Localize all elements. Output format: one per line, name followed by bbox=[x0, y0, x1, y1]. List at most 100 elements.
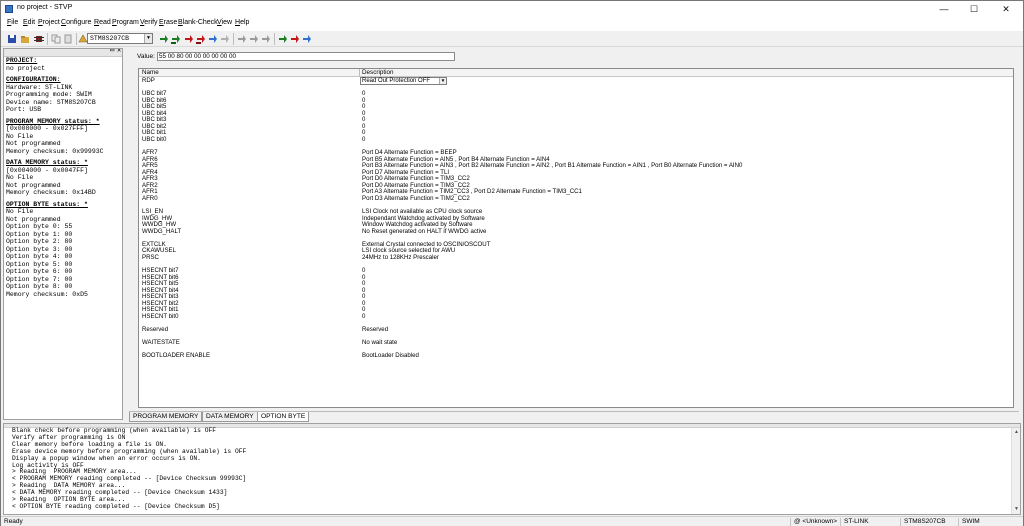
log-scrollbar[interactable]: ▲ ▼ bbox=[1011, 428, 1020, 514]
menu-view[interactable]: View bbox=[217, 19, 232, 26]
open-project-icon[interactable] bbox=[20, 34, 30, 44]
program-current-tab-icon[interactable] bbox=[184, 34, 194, 44]
table-row[interactable]: BOOTLOADER ENABLE BootLoader Disabled bbox=[139, 352, 1013, 360]
info-line: Option byte 1: 00 bbox=[6, 230, 73, 238]
value-field[interactable]: 55 00 80 00 00 00 00 00 00 bbox=[157, 52, 455, 61]
info-line: Programming mode: SWIM bbox=[6, 91, 92, 98]
info-line: Option byte 2: 80 bbox=[6, 238, 73, 245]
info-line: Memory checksum: 0x99993C bbox=[6, 147, 104, 155]
status-mode: SWIM bbox=[958, 518, 1018, 526]
close-button[interactable]: ✕ bbox=[991, 1, 1021, 17]
copy-icon[interactable] bbox=[51, 34, 61, 44]
scroll-up-icon[interactable]: ▲ bbox=[1012, 428, 1021, 437]
column-header-description[interactable]: Description bbox=[362, 69, 394, 77]
erase-icon[interactable] bbox=[237, 34, 247, 44]
menu-help[interactable]: Help bbox=[235, 19, 249, 26]
info-line: Option byte 0: 55 bbox=[6, 223, 73, 230]
verify-all-tabs-icon[interactable] bbox=[220, 34, 230, 44]
info-line: Memory checksum: 0x14BD bbox=[6, 189, 96, 196]
log-line: < OPTION BYTE reading completed -- [Devi… bbox=[12, 502, 220, 510]
verify-current-tab-icon[interactable] bbox=[208, 34, 218, 44]
menu-bar: File Edit Project Configure Read Program… bbox=[1, 17, 1023, 31]
menu-blank-check[interactable]: Blank-Check bbox=[178, 19, 218, 26]
erase-all-icon[interactable] bbox=[249, 34, 259, 44]
info-line: Memory checksum: 0xD5 bbox=[6, 290, 88, 298]
info-line: Option byte 3: 00 bbox=[6, 245, 73, 253]
option-byte-grid: Name Description RDP Read Out Protection … bbox=[138, 68, 1014, 408]
status-file: @ <Unknown> bbox=[790, 518, 838, 526]
data-memory-header: DATA MEMORY status: * bbox=[6, 159, 88, 166]
chip-icon[interactable] bbox=[34, 34, 44, 44]
toolbar-separator bbox=[274, 33, 275, 45]
tab-option-byte[interactable]: OPTION BYTE bbox=[257, 412, 310, 422]
menu-verify[interactable]: Verify bbox=[140, 19, 158, 26]
verify-icon[interactable] bbox=[302, 34, 312, 44]
info-line: No File bbox=[6, 208, 34, 215]
read-current-tab-icon[interactable] bbox=[159, 34, 169, 44]
close-pane-icon[interactable]: ✕ bbox=[117, 49, 121, 56]
info-line: Option byte 7: 00 bbox=[6, 275, 73, 283]
info-line: No File bbox=[6, 174, 34, 181]
paste-icon[interactable] bbox=[63, 34, 73, 44]
maximize-button[interactable]: ☐ bbox=[959, 1, 989, 17]
project-header: PROJECT: bbox=[6, 57, 38, 64]
grid-header: Name Description bbox=[139, 69, 1013, 77]
info-line: [0x004000 - 0x0047FF] bbox=[6, 166, 88, 174]
program-all-tabs-icon[interactable] bbox=[196, 34, 206, 44]
memory-tabs: PROGRAM MEMORY DATA MEMORY OPTION BYTE bbox=[129, 411, 1019, 422]
read-all-tabs-icon[interactable] bbox=[171, 34, 181, 44]
menu-read[interactable]: Read bbox=[94, 19, 111, 26]
info-line: Hardware: ST-LINK bbox=[6, 83, 73, 91]
chevron-down-icon[interactable]: ▼ bbox=[144, 34, 152, 43]
minimize-button[interactable]: — bbox=[929, 1, 959, 17]
configuration-header: CONFIGURATION: bbox=[6, 76, 61, 83]
toolbar-separator bbox=[76, 33, 77, 45]
info-line: Option byte 8: 00 bbox=[6, 283, 73, 290]
info-line: Port: USB bbox=[6, 106, 42, 113]
project-info-pane: ▭ ✕ PROJECT: no project CONFIGURATION: H… bbox=[3, 48, 123, 420]
menu-project[interactable]: Project bbox=[38, 19, 60, 26]
device-select-value: STM8S207CB bbox=[90, 35, 130, 42]
pin-icon[interactable]: ▭ bbox=[110, 49, 114, 56]
blank-check-icon[interactable] bbox=[261, 34, 271, 44]
option-name: BOOTLOADER ENABLE bbox=[142, 352, 211, 360]
status-link: ST-LINK bbox=[840, 518, 898, 526]
tab-program-memory[interactable]: PROGRAM MEMORY bbox=[129, 412, 203, 422]
scroll-down-icon[interactable]: ▼ bbox=[1012, 505, 1021, 514]
save-icon[interactable] bbox=[7, 34, 17, 44]
program-memory-header: PROGRAM MEMORY status: * bbox=[6, 117, 100, 125]
column-divider[interactable] bbox=[359, 69, 360, 77]
menu-configure[interactable]: Configure bbox=[61, 19, 91, 26]
info-line: Not programmed bbox=[6, 140, 61, 147]
info-line: Option byte 4: 00 bbox=[6, 253, 73, 260]
pane-splitter[interactable] bbox=[123, 48, 129, 420]
read-icon[interactable] bbox=[278, 34, 288, 44]
menu-erase[interactable]: Erase bbox=[159, 19, 177, 26]
window-title: no project - STVP bbox=[17, 4, 73, 11]
menu-file[interactable]: File bbox=[7, 19, 18, 26]
pane-header: ▭ ✕ bbox=[4, 49, 122, 57]
log-lines: Blank check before programming (when ava… bbox=[12, 427, 246, 511]
toolbar-separator bbox=[233, 33, 234, 45]
info-line: No File bbox=[6, 132, 34, 140]
tab-data-memory[interactable]: DATA MEMORY bbox=[202, 412, 258, 422]
value-label: Value: bbox=[137, 53, 155, 60]
info-line: Option byte 5: 00 bbox=[6, 260, 73, 268]
option-description: BootLoader Disabled bbox=[362, 352, 419, 360]
info-sections: PROJECT: no project CONFIGURATION: Hardw… bbox=[4, 57, 122, 298]
info-line: Not programmed bbox=[6, 181, 61, 189]
project-name: no project bbox=[6, 64, 46, 72]
device-select[interactable]: STM8S207CB ▼ bbox=[87, 33, 153, 44]
program-icon[interactable] bbox=[290, 34, 300, 44]
column-header-name[interactable]: Name bbox=[142, 69, 159, 77]
log-pane: Blank check before programming (when ava… bbox=[3, 423, 1021, 515]
status-bar: Ready @ <Unknown> ST-LINK STM8S207CB SWI… bbox=[1, 516, 1023, 526]
toolbar-separator bbox=[47, 33, 48, 45]
info-line: Option byte 6: 00 bbox=[6, 268, 73, 275]
menu-edit[interactable]: Edit bbox=[23, 19, 35, 26]
title-bar: no project - STVP — ☐ ✕ bbox=[1, 1, 1023, 17]
status-device: STM8S207CB bbox=[900, 518, 956, 526]
menu-program[interactable]: Program bbox=[112, 19, 139, 26]
info-line: Not programmed bbox=[6, 215, 61, 223]
stvp-window: no project - STVP — ☐ ✕ File Edit Projec… bbox=[0, 0, 1024, 526]
